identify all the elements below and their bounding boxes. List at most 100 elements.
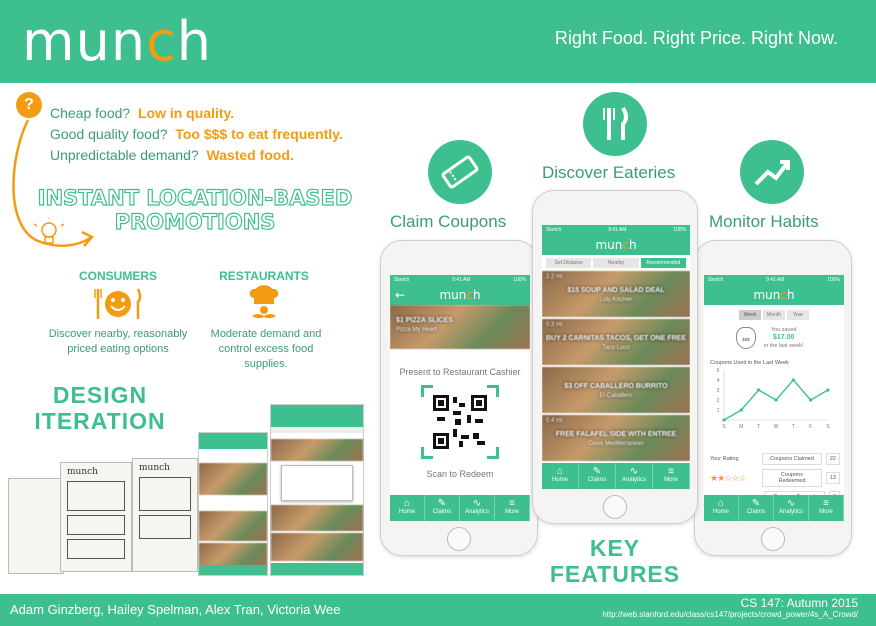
tab-more[interactable]: ≡ More (653, 463, 690, 489)
y-tick-label: 4 (717, 378, 720, 384)
tab-more[interactable]: ≡ More (495, 495, 530, 521)
design-iteration-line2: ITERATION (34, 408, 166, 434)
y-tick-label: 1 (717, 408, 720, 414)
app-bar: ← munch (390, 285, 530, 305)
tab-analytics[interactable]: ∿ Analytics (460, 495, 495, 521)
saved-amount: $17.00 (773, 334, 795, 341)
solution-title-line1: INSTANT LOCATION-BASED (37, 185, 353, 210)
tab-home[interactable]: ⌂ Home (704, 495, 739, 521)
stat-claimed-label: Coupons Claimed (762, 453, 822, 465)
problem-2: Good quality food? Too $$$ to eat freque… (50, 126, 343, 142)
key-features-line1: KEY (589, 535, 641, 561)
seg-week[interactable]: Week (739, 310, 761, 320)
tab-more[interactable]: ≡ More (809, 495, 844, 521)
savings-block: $$$ You saved $17.00 in the last week! (736, 326, 844, 350)
question-icon: ? (16, 92, 42, 118)
habits-icon-circle (740, 140, 804, 204)
fork-knife-icon (603, 106, 628, 140)
tab-claims[interactable]: ✎ Claims (739, 495, 774, 521)
monitor-phone: Sketch 9:41 AM 100% munch Week Month Year … (694, 240, 852, 556)
x-tick-label: S (826, 424, 830, 430)
solution-title-line2: PROMOTIONS (114, 209, 276, 234)
prototype-screen-1 (198, 432, 268, 576)
seg-month[interactable]: Month (763, 310, 785, 320)
scan-text: Scan to Redeem (426, 469, 494, 479)
seg-set-distance[interactable]: Set Distance (546, 258, 592, 268)
star-empty-icon: ☆ (738, 472, 746, 483)
x-tick-label: S (722, 424, 726, 430)
tab-analytics[interactable]: ∿ Analytics (774, 495, 809, 521)
analytics-icon: ∿ (472, 498, 482, 509)
problem-3: Unpredictable demand? Wasted food. (50, 147, 294, 163)
claim-screen: Sketch 9:41 AM 100% ← munch $1 PIZZA SLICE… (390, 275, 530, 521)
phone-home-button[interactable] (447, 527, 471, 551)
status-bar: Sketch 9:41 AM 100% (542, 225, 690, 235)
discover-eateries-label: Discover Eateries (542, 163, 676, 182)
usage-data-point (739, 408, 743, 412)
more-icon: ≡ (823, 498, 829, 509)
chef-icon (249, 285, 279, 319)
app-bar: munch (542, 235, 690, 255)
deal-card[interactable]: 0.4 mi FREE FALAFEL SIDE WITH ENTREE Oas… (542, 415, 690, 461)
tab-claims[interactable]: ✎ Claims (579, 463, 616, 489)
ticket-icon (441, 155, 479, 189)
status-bar: Sketch 9:41 AM 100% (704, 275, 844, 285)
consumers-desc: Discover nearby, reasonably priced eating… (48, 328, 188, 355)
phone-home-button[interactable] (761, 527, 785, 551)
tab-home[interactable]: ⌂ Home (542, 463, 579, 489)
coupon-place: Pizza My Heart (396, 327, 437, 333)
phone-home-button[interactable] (603, 495, 627, 519)
tab-claims[interactable]: ✎ Claims (425, 495, 460, 521)
restaurants-desc: Moderate demand and control excess food s… (210, 328, 322, 370)
deal-card[interactable]: $3 OFF CABALLERO BURRITO El Caballero (542, 367, 690, 413)
y-tick-label: 5 (717, 368, 720, 374)
seg-recommended[interactable]: Recommended (640, 258, 686, 268)
rating-label: Your Rating (710, 456, 739, 462)
consumers-title: CONSUMERS (78, 269, 157, 283)
tab-home[interactable]: ⌂ Home (390, 495, 425, 521)
stat-claimed-value: 22 (825, 453, 840, 465)
claims-icon: ✎ (592, 466, 602, 477)
tab-bar: ⌂ Home ✎ Claims ∿ Analytics ≡ More (390, 495, 530, 521)
more-icon: ≡ (509, 498, 515, 509)
qr-pattern-icon (433, 395, 487, 449)
monitor-screen: Sketch 9:41 AM 100% munch Week Month Year … (704, 275, 844, 521)
coupon-banner: $1 PIZZA SLICES Pizza My Heart (390, 305, 530, 349)
happy-plate-icon (94, 288, 142, 319)
sketch-3: munch (132, 458, 198, 572)
tagline: Right Food. Right Price. Right Now. (554, 28, 838, 48)
sketch-2: munch (60, 462, 132, 572)
coupon-title: $1 PIZZA SLICES (396, 317, 453, 324)
seg-year[interactable]: Year (787, 310, 809, 320)
seg-nearby[interactable]: Nearby (593, 258, 639, 268)
stat-redeemed-value: 13 (825, 472, 840, 484)
home-icon: ⌂ (556, 466, 564, 477)
stat-redeemed-label: Coupons Redeemed (762, 469, 822, 487)
back-arrow-icon[interactable]: ← (395, 285, 405, 305)
sketch-1 (8, 478, 64, 574)
deal-card[interactable]: 0.3 mi BUY 2 CARNITAS TACOS, GET ONE FRE… (542, 319, 690, 365)
status-bar: Sketch 9:41 AM 100% (390, 275, 530, 285)
usage-data-point (774, 398, 778, 402)
more-icon: ≡ (668, 466, 674, 477)
home-icon: ⌂ (403, 498, 411, 509)
y-tick-label: 2 (717, 398, 720, 404)
usage-data-point (809, 398, 813, 402)
eateries-icon-circle (583, 92, 647, 156)
deal-card[interactable]: 2.2 mi $15 SOUP AND SALAD DEAL Lulu Kitc… (542, 271, 690, 317)
usage-data-point (722, 418, 726, 422)
claim-coupons-label: Claim Coupons (390, 212, 507, 231)
discover-screen: Sketch 9:41 AM 100% munch Set Distance Nea… (542, 225, 690, 489)
tab-analytics[interactable]: ∿ Analytics (616, 463, 653, 489)
restaurants-title: RESTAURANTS (219, 269, 309, 283)
analytics-icon: ∿ (629, 466, 639, 477)
claims-icon: ✎ (437, 498, 447, 509)
footer-banner: Adam Ginzberg, Hailey Spelman, Alex Tran… (0, 594, 876, 626)
tab-bar: ⌂ Home ✎ Claims ∿ Analytics ≡ More (704, 495, 844, 521)
qr-code[interactable] (421, 385, 499, 459)
munch-logo: munch (22, 10, 212, 73)
claim-phone: Sketch 9:41 AM 100% ← munch $1 PIZZA SLICE… (380, 240, 538, 556)
money-bag-icon: $$$ (736, 327, 756, 349)
app-bar: munch (704, 285, 844, 305)
project-url[interactable]: http://web.stanford.edu/class/cs147/proj… (602, 610, 858, 619)
